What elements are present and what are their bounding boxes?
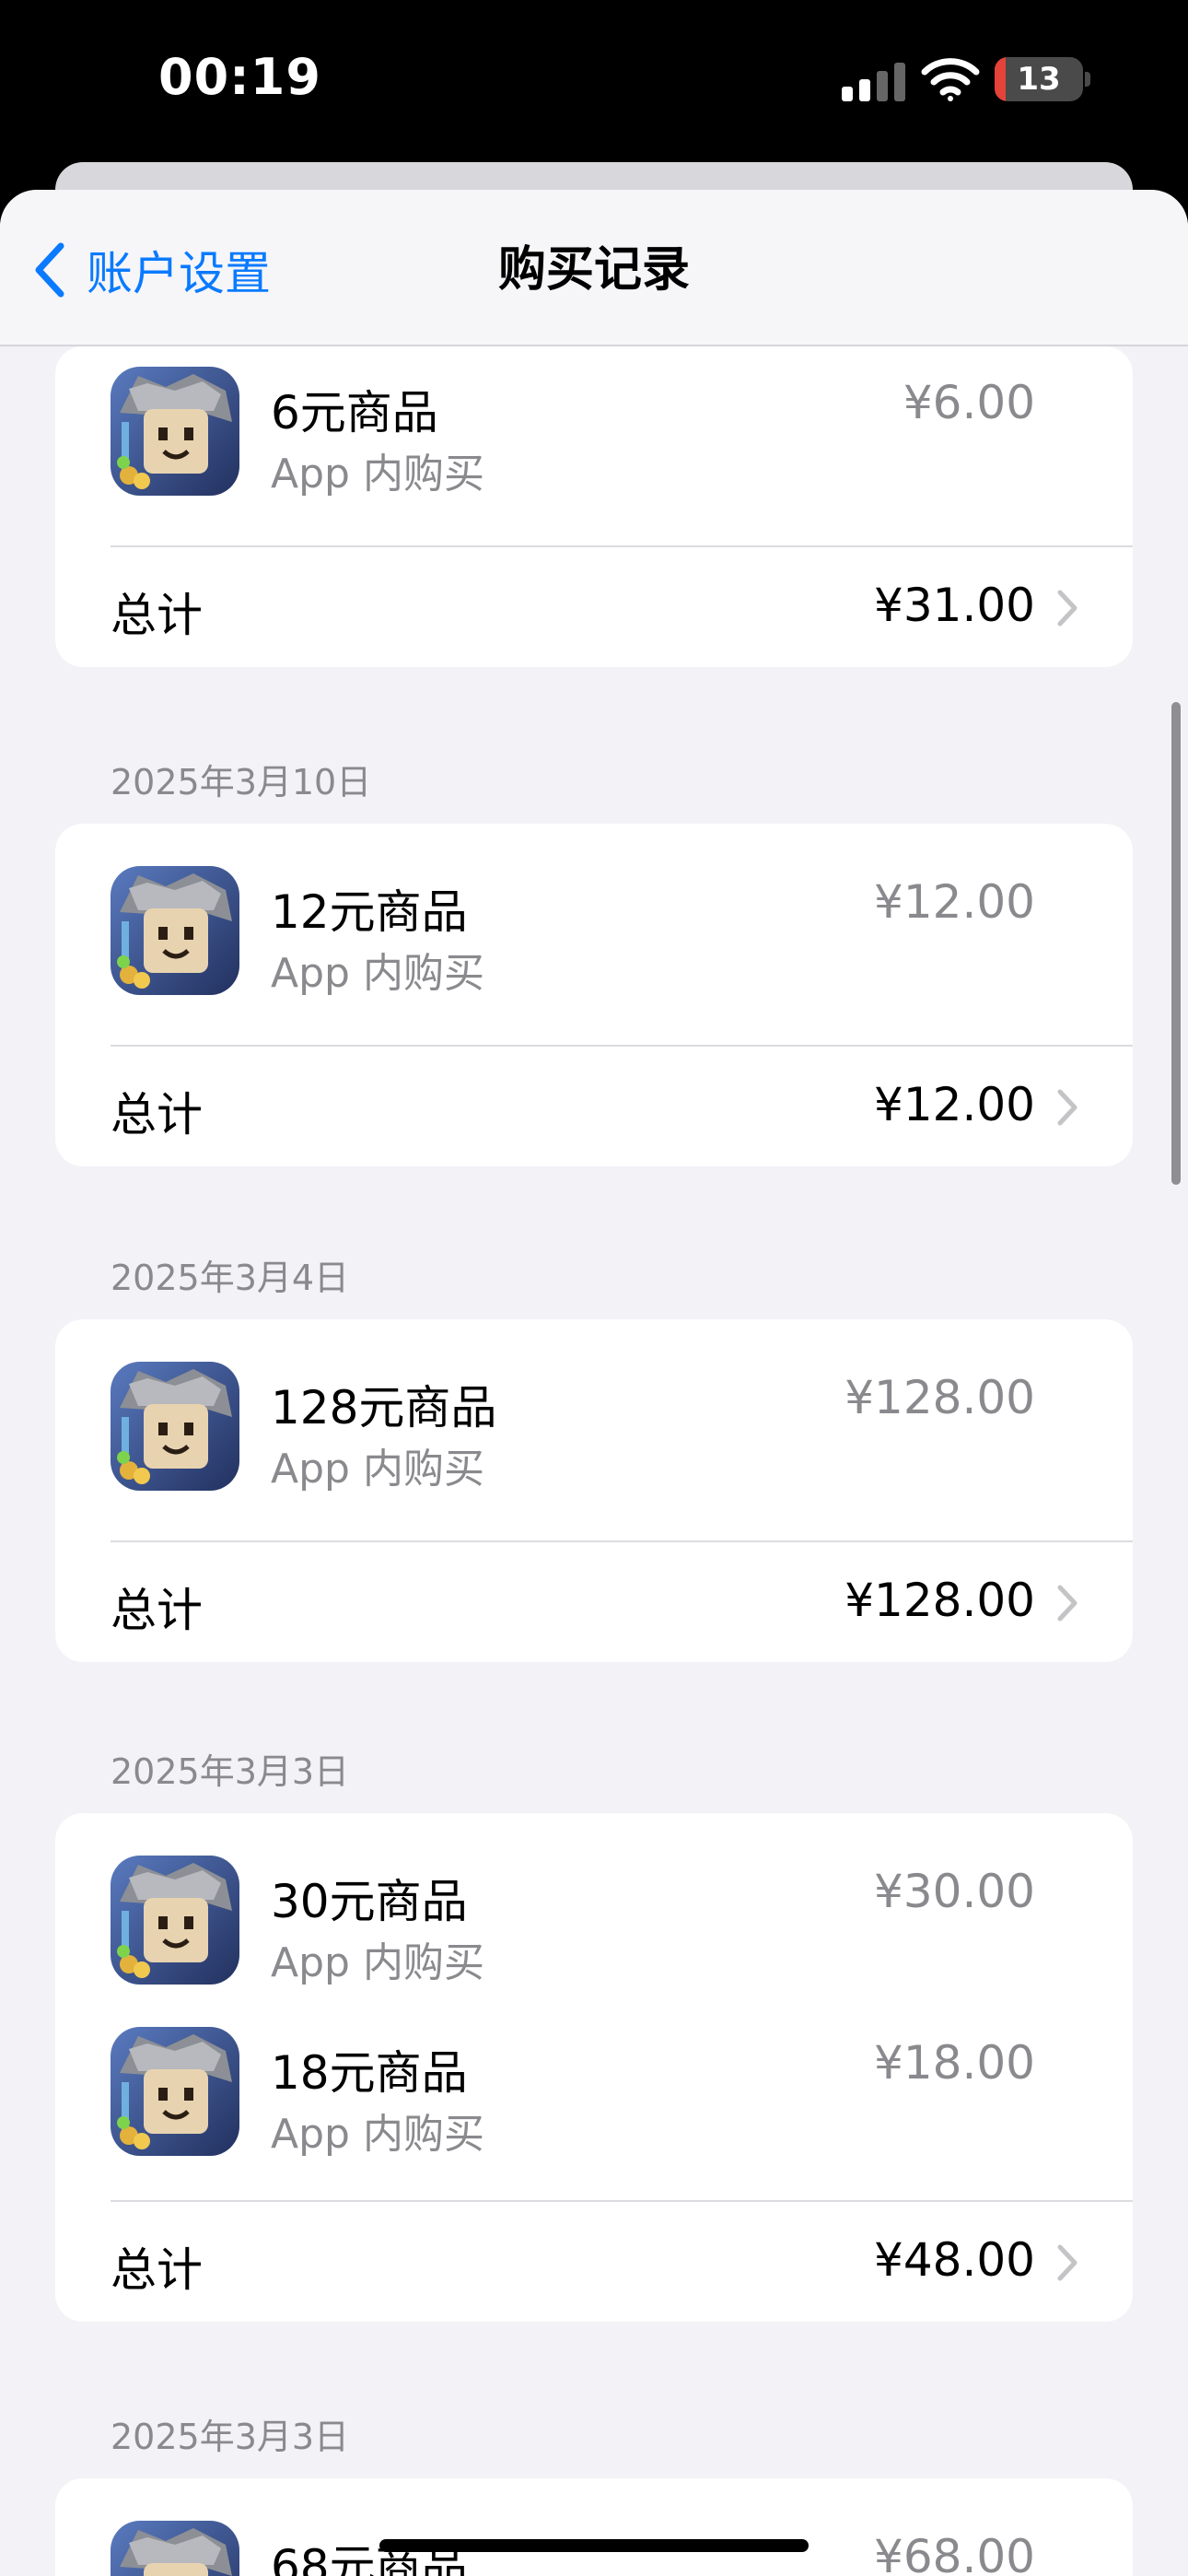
item-name: 68元商品 bbox=[271, 2540, 468, 2576]
purchase-group: 12元商品 App 内购买 ¥12.00 总计 ¥12.00 bbox=[55, 824, 1133, 1166]
item-price: ¥30.00 bbox=[874, 1865, 1035, 1918]
item-subtitle: App 内购买 bbox=[271, 451, 484, 498]
item-name: 6元商品 bbox=[271, 386, 438, 439]
purchase-group: 6元商品 App 内购买 ¥6.00 总计 ¥31.00 bbox=[55, 346, 1133, 667]
status-time: 00:19 bbox=[158, 48, 321, 106]
item-subtitle: App 内购买 bbox=[271, 2111, 484, 2158]
game-app-icon bbox=[111, 1856, 239, 1985]
game-app-icon bbox=[111, 2521, 239, 2576]
item-price: ¥68.00 bbox=[874, 2530, 1035, 2576]
wifi-icon bbox=[921, 58, 980, 101]
chevron-right-icon bbox=[1057, 1585, 1077, 1622]
home-indicator[interactable] bbox=[379, 2539, 809, 2552]
divider bbox=[111, 1045, 1133, 1047]
battery-cap bbox=[1085, 72, 1090, 87]
battery-indicator: 13 bbox=[995, 57, 1083, 101]
divider bbox=[111, 545, 1133, 547]
item-name: 12元商品 bbox=[271, 885, 468, 939]
purchase-item[interactable]: 128元商品 App 内购买 ¥128.00 bbox=[55, 1362, 1133, 1528]
navigation-bar: 账户设置 购买记录 bbox=[0, 190, 1188, 346]
purchase-list[interactable]: 6元商品 App 内购买 ¥6.00 总计 ¥31.00 2025年3月10日 … bbox=[0, 190, 1188, 2576]
purchase-item[interactable]: 6元商品 App 内购买 ¥6.00 bbox=[55, 367, 1133, 533]
item-subtitle: App 内购买 bbox=[271, 950, 484, 997]
item-subtitle: App 内购买 bbox=[271, 1939, 484, 1986]
total-label: 总计 bbox=[111, 1584, 203, 1637]
date-header: 2025年3月3日 bbox=[111, 1751, 350, 1792]
total-value: ¥31.00 bbox=[874, 579, 1035, 632]
total-value: ¥48.00 bbox=[874, 2233, 1035, 2287]
total-label: 总计 bbox=[111, 2243, 203, 2297]
purchase-item[interactable]: 18元商品 App 内购买 ¥18.00 bbox=[55, 2027, 1133, 2193]
total-label: 总计 bbox=[111, 1088, 203, 1142]
total-row[interactable]: 总计 ¥12.00 bbox=[55, 1045, 1133, 1166]
game-app-icon bbox=[111, 866, 239, 995]
total-row[interactable]: 总计 ¥48.00 bbox=[55, 2200, 1133, 2322]
purchase-group: 30元商品 App 内购买 ¥30.00 18元商品 App 内购买 ¥18.0… bbox=[55, 1813, 1133, 2322]
item-name: 18元商品 bbox=[271, 2046, 468, 2100]
item-price: ¥128.00 bbox=[844, 1371, 1035, 1424]
date-header: 2025年3月4日 bbox=[111, 1258, 350, 1298]
purchase-item[interactable]: 12元商品 App 内购买 ¥12.00 bbox=[55, 866, 1133, 1032]
total-label: 总计 bbox=[111, 589, 203, 642]
game-app-icon bbox=[111, 367, 239, 496]
total-row[interactable]: 总计 ¥31.00 bbox=[55, 545, 1133, 667]
chevron-right-icon bbox=[1057, 2244, 1077, 2281]
chevron-right-icon bbox=[1057, 590, 1077, 626]
page-title: 购买记录 bbox=[497, 242, 690, 298]
status-bar: 00:19 13 bbox=[0, 0, 1188, 166]
chevron-right-icon bbox=[1057, 1089, 1077, 1126]
game-app-icon bbox=[111, 2027, 239, 2156]
item-price: ¥6.00 bbox=[903, 376, 1035, 429]
divider bbox=[111, 2200, 1133, 2202]
item-name: 30元商品 bbox=[271, 1875, 468, 1928]
divider bbox=[111, 1540, 1133, 1542]
item-name: 128元商品 bbox=[271, 1381, 497, 1434]
item-subtitle: App 内购买 bbox=[271, 1446, 484, 1493]
item-price: ¥18.00 bbox=[874, 2036, 1035, 2090]
scroll-indicator[interactable] bbox=[1171, 702, 1181, 1185]
date-header: 2025年3月3日 bbox=[111, 2417, 350, 2457]
total-value: ¥128.00 bbox=[844, 1574, 1035, 1627]
game-app-icon bbox=[111, 1362, 239, 1491]
date-header: 2025年3月10日 bbox=[111, 762, 372, 802]
item-price: ¥12.00 bbox=[874, 875, 1035, 929]
battery-percent: 13 bbox=[1017, 61, 1061, 98]
purchase-group: 128元商品 App 内购买 ¥128.00 总计 ¥128.00 bbox=[55, 1319, 1133, 1662]
total-value: ¥12.00 bbox=[874, 1078, 1035, 1131]
total-row[interactable]: 总计 ¥128.00 bbox=[55, 1540, 1133, 1662]
purchase-history-sheet: 6元商品 App 内购买 ¥6.00 总计 ¥31.00 2025年3月10日 … bbox=[0, 190, 1188, 2576]
signal-icon bbox=[842, 63, 905, 101]
purchase-group: 68元商品 ¥68.00 bbox=[55, 2478, 1133, 2576]
purchase-item[interactable]: 30元商品 App 内购买 ¥30.00 bbox=[55, 1856, 1133, 2021]
